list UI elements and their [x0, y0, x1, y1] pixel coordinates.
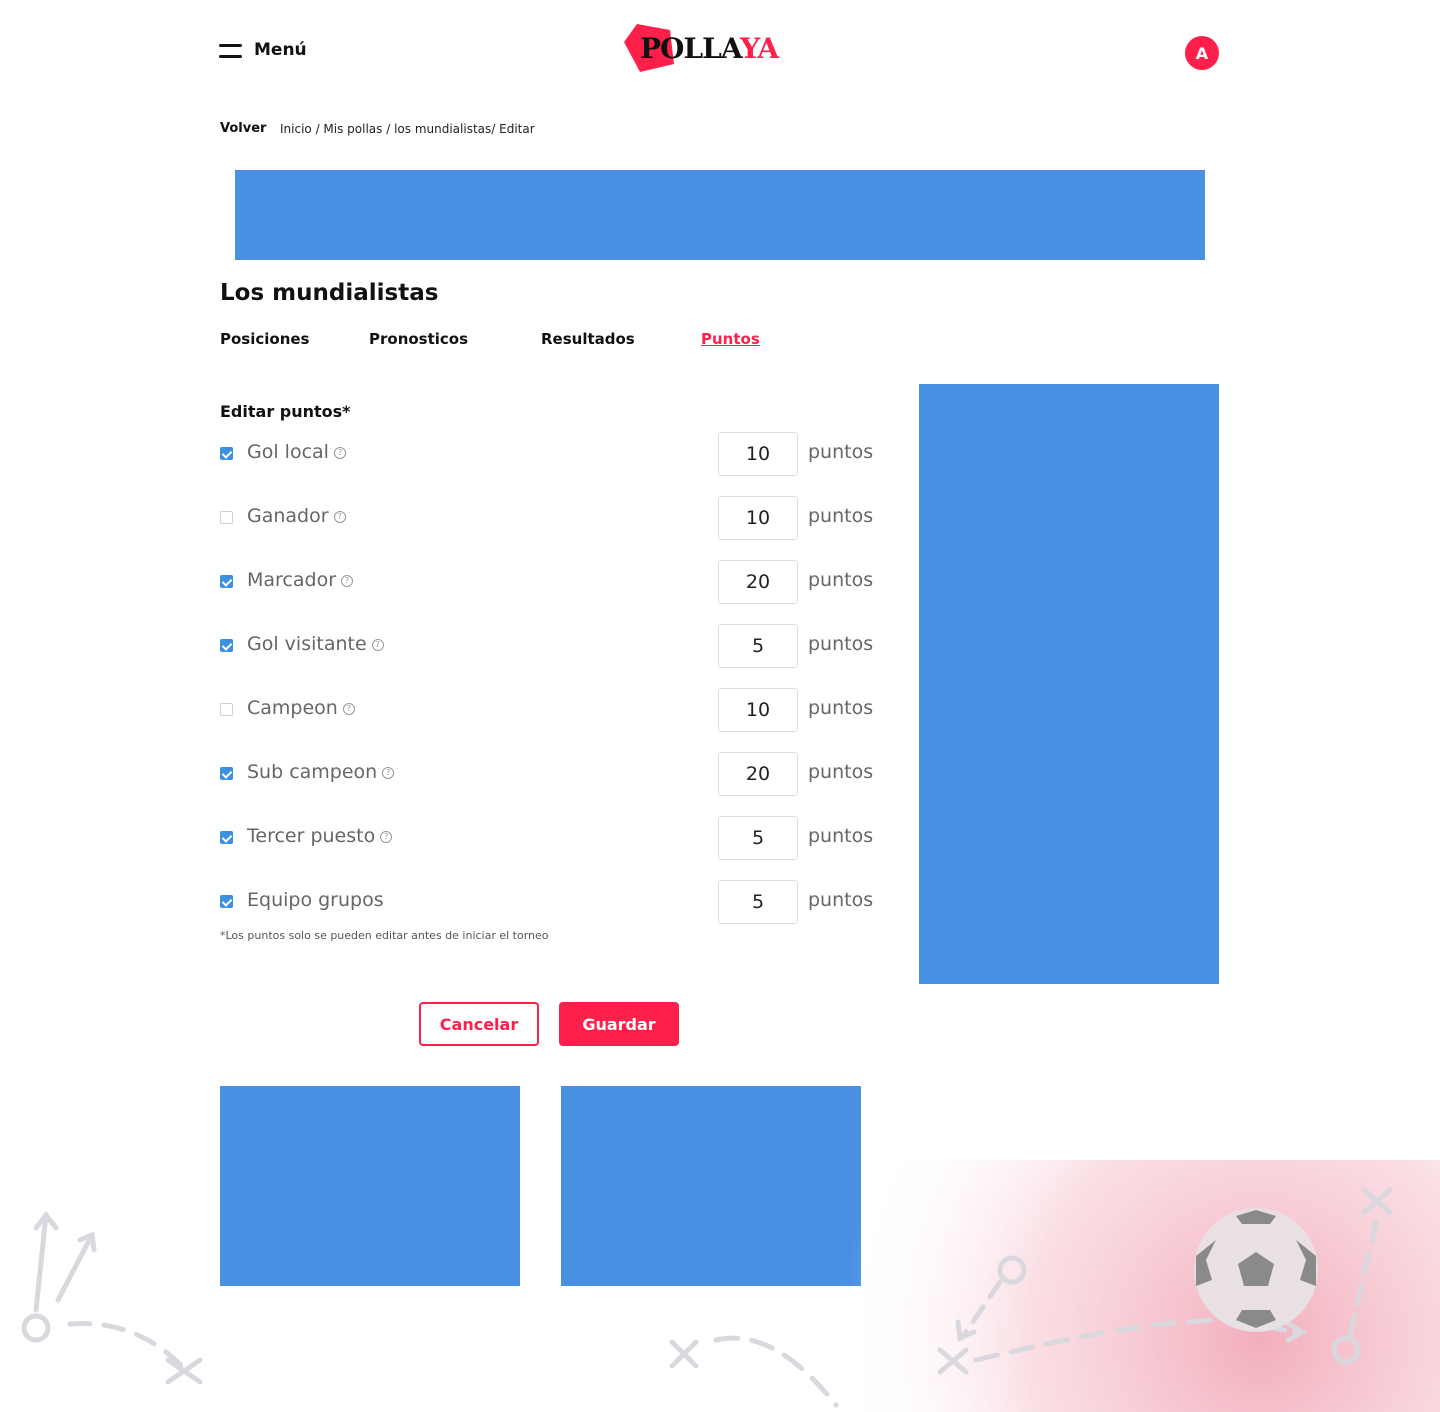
soccer-ball-icon [1194, 1208, 1318, 1332]
points-row-marcador: Marcador? puntos [220, 560, 880, 604]
row-label: Sub campeon? [247, 761, 395, 783]
points-row-gol-local: Gol local? puntos [220, 432, 880, 476]
checkbox-tercer-puesto[interactable] [220, 831, 233, 844]
save-button[interactable]: Guardar [559, 1002, 679, 1046]
points-input-sub-campeon[interactable] [718, 752, 798, 796]
avatar[interactable]: A [1185, 36, 1219, 70]
side-ad-placeholder [919, 384, 1219, 984]
cancel-button[interactable]: Cancelar [419, 1002, 539, 1046]
logo[interactable]: POLLAYA [622, 22, 802, 76]
checkbox-ganador[interactable] [220, 511, 233, 524]
points-row-sub-campeon: Sub campeon? puntos [220, 752, 880, 796]
back-link[interactable]: Volver [220, 121, 266, 136]
row-label: Campeon? [247, 697, 355, 719]
checkbox-gol-visitante[interactable] [220, 639, 233, 652]
row-label: Ganador? [247, 505, 346, 527]
page-title: Los mundialistas [220, 280, 439, 306]
row-label: Gol visitante? [247, 633, 384, 655]
points-row-equipo-grupos: Equipo grupos puntos [220, 880, 880, 924]
menu-label: Menú [254, 40, 307, 60]
points-input-campeon[interactable] [718, 688, 798, 732]
points-input-equipo-grupos[interactable] [718, 880, 798, 924]
help-icon[interactable]: ? [382, 767, 395, 779]
points-row-ganador: Ganador? puntos [220, 496, 880, 540]
checkbox-gol-local[interactable] [220, 447, 233, 460]
checkbox-campeon[interactable] [220, 703, 233, 716]
points-row-tercer-puesto: Tercer puesto? puntos [220, 816, 880, 860]
help-icon[interactable]: ? [333, 511, 346, 523]
row-label: Equipo grupos [247, 889, 384, 911]
tab-puntos[interactable]: Puntos [701, 330, 760, 348]
points-input-gol-local[interactable] [718, 432, 798, 476]
points-input-marcador[interactable] [718, 560, 798, 604]
checkbox-marcador[interactable] [220, 575, 233, 588]
help-icon[interactable]: ? [371, 639, 384, 651]
points-unit: puntos [808, 825, 874, 847]
help-icon[interactable]: ? [341, 575, 354, 587]
help-icon[interactable]: ? [333, 447, 346, 459]
help-icon[interactable]: ? [342, 703, 355, 715]
tab-pronosticos[interactable]: Pronosticos [369, 330, 468, 348]
points-unit: puntos [808, 441, 874, 463]
points-row-gol-visitante: Gol visitante? puntos [220, 624, 880, 668]
row-label: Gol local? [247, 441, 346, 463]
points-unit: puntos [808, 889, 874, 911]
tab-resultados[interactable]: Resultados [541, 330, 635, 348]
points-unit: puntos [808, 761, 874, 783]
points-input-gol-visitante[interactable] [718, 624, 798, 668]
help-icon[interactable]: ? [380, 831, 393, 843]
points-input-tercer-puesto[interactable] [718, 816, 798, 860]
checkbox-equipo-grupos[interactable] [220, 895, 233, 908]
points-unit: puntos [808, 697, 874, 719]
hamburger-icon [219, 42, 242, 58]
top-ad-placeholder [235, 170, 1205, 260]
points-unit: puntos [808, 633, 874, 655]
points-input-ganador[interactable] [718, 496, 798, 540]
row-label: Marcador? [247, 569, 354, 591]
checkbox-sub-campeon[interactable] [220, 767, 233, 780]
points-unit: puntos [808, 505, 874, 527]
menu-button[interactable]: Menú [219, 40, 307, 60]
points-row-campeon: Campeon? puntos [220, 688, 880, 732]
form-note: *Los puntos solo se pueden editar antes … [220, 929, 549, 942]
row-label: Tercer puesto? [247, 825, 393, 847]
breadcrumb[interactable]: Inicio / Mis pollas / los mundialistas/ … [280, 122, 535, 136]
tab-posiciones[interactable]: Posiciones [220, 330, 310, 348]
logo-text: POLLAYA [640, 32, 779, 65]
form-subtitle: Editar puntos* [220, 402, 351, 421]
points-unit: puntos [808, 569, 874, 591]
football-tactics-background [21, 1160, 1440, 1412]
